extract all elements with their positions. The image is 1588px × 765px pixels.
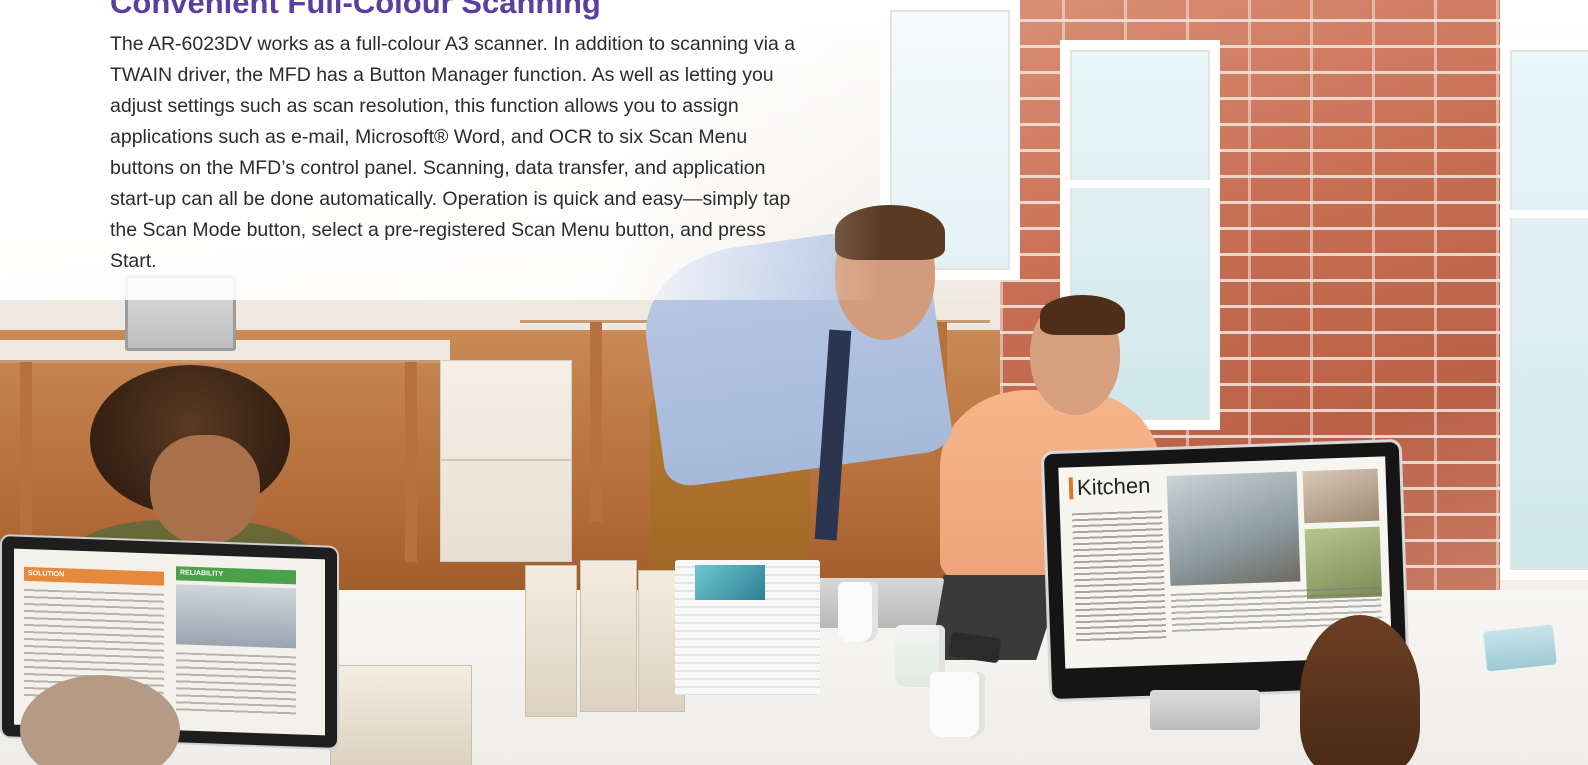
mug: [930, 672, 985, 737]
foreground-head: [1300, 615, 1420, 765]
section-body: The AR-6023DV works as a full-colour A3 …: [110, 33, 796, 272]
tissue-box: [1483, 624, 1557, 672]
screen-banner-label: SOLUTION: [28, 570, 65, 579]
screen-banner-label: RELIABILITY: [180, 569, 224, 578]
screen-text-block: [176, 652, 296, 717]
screen-photo: [176, 584, 296, 649]
woman-face: [150, 435, 260, 545]
screen-kitchen-photo: [1166, 471, 1301, 586]
monitor-stand: [1150, 690, 1260, 730]
desk-leg: [405, 362, 417, 562]
filing-cabinet: [440, 360, 572, 562]
screen-magazine-title: Kitchen: [1068, 473, 1151, 500]
brochure-page: SOLUTION RELIABILITY Kitchen Convenient …: [0, 0, 1588, 765]
cup: [838, 582, 878, 642]
printed-photo: [695, 565, 765, 600]
desk-leg: [590, 322, 602, 522]
screen-text-block: [1071, 510, 1167, 644]
screen-banner: RELIABILITY: [176, 566, 296, 585]
screen-kitchen-photo: [1302, 468, 1380, 524]
magazine-file: [525, 565, 577, 717]
cardboard-tray: [330, 665, 472, 765]
seated-man-hair: [1040, 295, 1125, 335]
section-heading: Convenient Full-Colour Scanning: [110, 0, 601, 20]
window-right: [1500, 40, 1588, 580]
desk-leg: [20, 362, 32, 562]
screen-banner: SOLUTION: [24, 566, 164, 586]
magazine-file: [580, 560, 637, 712]
